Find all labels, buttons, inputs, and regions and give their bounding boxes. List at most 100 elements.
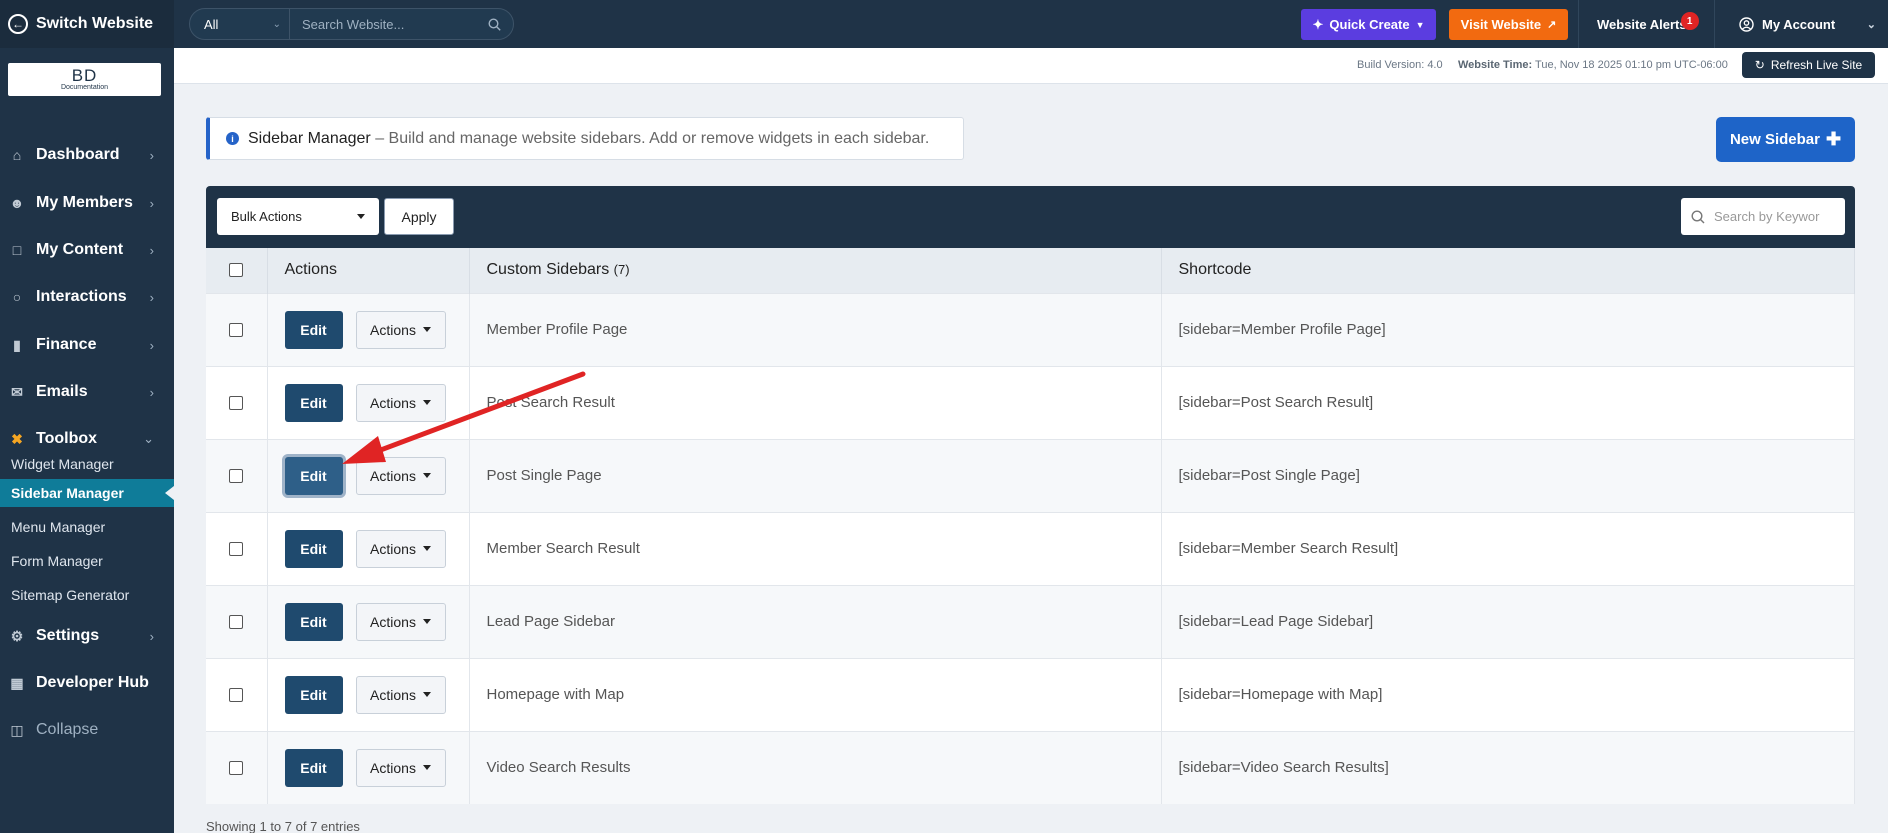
sidebar-name-cell: Video Search Results bbox=[469, 730, 1162, 804]
sidebar-item-dashboard[interactable]: ⌂ Dashboard › bbox=[0, 135, 174, 175]
refresh-label: Refresh Live Site bbox=[1770, 58, 1863, 72]
row-select-cell bbox=[206, 365, 268, 439]
actions-label: Actions bbox=[370, 394, 416, 411]
row-actions-cell: Edit Actions bbox=[267, 292, 470, 366]
search-scope-select[interactable]: All ⌄ bbox=[190, 9, 290, 39]
row-select-cell bbox=[206, 438, 268, 512]
caret-down-icon bbox=[422, 473, 431, 478]
refresh-icon: ↻ bbox=[1754, 58, 1765, 72]
sidebar-item-label: Dashboard bbox=[36, 146, 120, 163]
sidebar-item-sidebar-manager[interactable]: Sidebar Manager bbox=[0, 479, 174, 507]
sidebar-item-form-manager[interactable]: Form Manager bbox=[0, 547, 174, 575]
custom-sidebars-header[interactable]: Custom Sidebars (7) bbox=[469, 248, 1162, 293]
select-all-checkbox[interactable] bbox=[229, 263, 244, 278]
sidebar-item-menu-manager[interactable]: Menu Manager bbox=[0, 513, 174, 541]
edit-button[interactable]: Edit bbox=[284, 602, 343, 641]
collapse-label: Collapse bbox=[36, 721, 99, 738]
keyword-search-input[interactable]: Search by Keywor bbox=[1681, 198, 1845, 235]
caret-down-icon bbox=[422, 765, 431, 771]
chart-icon: ▮ bbox=[13, 336, 21, 353]
chevron-right-icon: › bbox=[149, 384, 154, 400]
edit-button[interactable]: Edit bbox=[284, 675, 343, 714]
folder-icon: □ bbox=[12, 242, 22, 258]
actions-dropdown-button[interactable]: Actions bbox=[355, 456, 446, 495]
edit-button[interactable]: Edit bbox=[284, 383, 343, 422]
sidebar-item-emails[interactable]: ✉ Emails › bbox=[0, 372, 174, 412]
actions-header: Actions bbox=[267, 248, 470, 293]
edit-button[interactable]: Edit bbox=[284, 529, 343, 568]
actions-label: Actions bbox=[370, 686, 416, 703]
row-checkbox[interactable] bbox=[229, 396, 244, 411]
actions-dropdown-button[interactable]: Actions bbox=[355, 675, 446, 714]
my-account-menu[interactable]: My Account ⌄ bbox=[1714, 0, 1888, 48]
plus-icon: ✚ bbox=[1825, 129, 1842, 149]
gear-icon: ⚙ bbox=[10, 627, 24, 644]
sidebar-item-finance[interactable]: ▮ Finance › bbox=[0, 325, 174, 365]
search-icon[interactable] bbox=[488, 17, 501, 31]
website-time-label: Website Time: bbox=[1458, 59, 1533, 71]
actions-dropdown-button[interactable]: Actions bbox=[355, 602, 446, 641]
row-select-cell bbox=[206, 730, 268, 804]
row-checkbox[interactable] bbox=[229, 761, 244, 776]
my-account-label: My Account bbox=[1762, 16, 1836, 32]
select-all-cell bbox=[206, 248, 268, 293]
bulk-actions-select[interactable]: Bulk Actions bbox=[217, 198, 379, 235]
tools-icon: ✖ bbox=[11, 430, 23, 447]
sparkle-icon: ✦ bbox=[1312, 16, 1324, 32]
quick-create-button[interactable]: ✦ Quick Create ▼ bbox=[1301, 9, 1436, 40]
website-alerts-button[interactable]: Website Alerts 1 bbox=[1578, 0, 1705, 48]
actions-dropdown-button[interactable]: Actions bbox=[355, 383, 446, 422]
shortcode-header[interactable]: Shortcode bbox=[1161, 248, 1855, 293]
chevron-right-icon: › bbox=[149, 147, 154, 163]
sidebar-name-cell: Post Search Result bbox=[469, 365, 1162, 439]
row-checkbox[interactable] bbox=[229, 469, 244, 484]
row-checkbox[interactable] bbox=[229, 615, 244, 630]
shortcode-cell: [sidebar=Lead Page Sidebar] bbox=[1161, 584, 1855, 658]
sidebar-item-my-content[interactable]: □ My Content › bbox=[0, 230, 174, 270]
sidebar-item-sitemap-generator[interactable]: Sitemap Generator bbox=[0, 581, 174, 609]
sidebar-item-interactions[interactable]: ○ Interactions › bbox=[0, 277, 174, 317]
chevron-down-icon: ⌄ bbox=[1866, 18, 1876, 31]
edit-button[interactable]: Edit bbox=[284, 456, 343, 495]
visit-website-label: Visit Website bbox=[1460, 17, 1542, 32]
shortcode-cell: [sidebar=Post Search Result] bbox=[1161, 365, 1855, 439]
new-sidebar-button[interactable]: New Sidebar ✚ bbox=[1716, 117, 1855, 162]
actions-dropdown-button[interactable]: Actions bbox=[355, 748, 446, 787]
table-header-row: Actions Custom Sidebars (7) Shortcode bbox=[206, 248, 1855, 293]
bulk-actions-value: Bulk Actions bbox=[231, 209, 302, 224]
caret-down-icon bbox=[422, 546, 431, 551]
shortcode-cell: [sidebar=Homepage with Map] bbox=[1161, 657, 1855, 731]
switch-website-label: Switch Website bbox=[36, 15, 154, 32]
search-placeholder: Search Website... bbox=[302, 16, 405, 32]
website-time-value: Tue, Nov 18 2025 01:10 pm UTC-06:00 bbox=[1535, 59, 1728, 71]
website-alerts-label: Website Alerts bbox=[1597, 16, 1687, 32]
edit-button[interactable]: Edit bbox=[284, 748, 343, 787]
chat-icon: ○ bbox=[12, 289, 22, 305]
apply-button[interactable]: Apply bbox=[384, 198, 454, 235]
collapse-sidebar-button[interactable]: ◫ Collapse bbox=[0, 710, 174, 750]
visit-website-button[interactable]: Visit Website ↗ bbox=[1449, 9, 1568, 40]
table-row: Edit Actions Lead Page Sidebar [sidebar=Lea… bbox=[206, 584, 1855, 658]
caret-down-icon bbox=[422, 619, 431, 624]
actions-dropdown-button[interactable]: Actions bbox=[355, 310, 446, 349]
logo[interactable]: BD Documentation bbox=[8, 63, 161, 96]
actions-dropdown-button[interactable]: Actions bbox=[355, 529, 446, 568]
sidebar-item-developer-hub[interactable]: ▦ Developer Hub bbox=[0, 663, 174, 703]
refresh-live-site-button[interactable]: ↻ Refresh Live Site bbox=[1742, 52, 1875, 78]
edit-button[interactable]: Edit bbox=[284, 310, 343, 349]
switch-website-button[interactable]: ← Switch Website bbox=[0, 0, 174, 48]
actions-label: Actions bbox=[370, 321, 416, 338]
sidebar-item-my-members[interactable]: ☻ My Members › bbox=[0, 183, 174, 223]
row-checkbox[interactable] bbox=[229, 542, 244, 557]
sidebar-item-label: Interactions bbox=[36, 288, 127, 305]
entries-info: Showing 1 to 7 of 7 entries bbox=[206, 819, 360, 833]
sidebar-item-settings[interactable]: ⚙ Settings › bbox=[0, 616, 174, 656]
row-checkbox[interactable] bbox=[229, 688, 244, 703]
shortcode-cell: [sidebar=Post Single Page] bbox=[1161, 438, 1855, 512]
sidebar-name-cell: Lead Page Sidebar bbox=[469, 584, 1162, 658]
row-checkbox[interactable] bbox=[229, 323, 244, 338]
search-input[interactable]: Search Website... bbox=[290, 9, 513, 39]
actions-label: Actions bbox=[370, 540, 416, 557]
sidebar-item-label: Menu Manager bbox=[11, 519, 106, 535]
sidebar-item-widget-manager[interactable]: Widget Manager bbox=[0, 450, 174, 478]
